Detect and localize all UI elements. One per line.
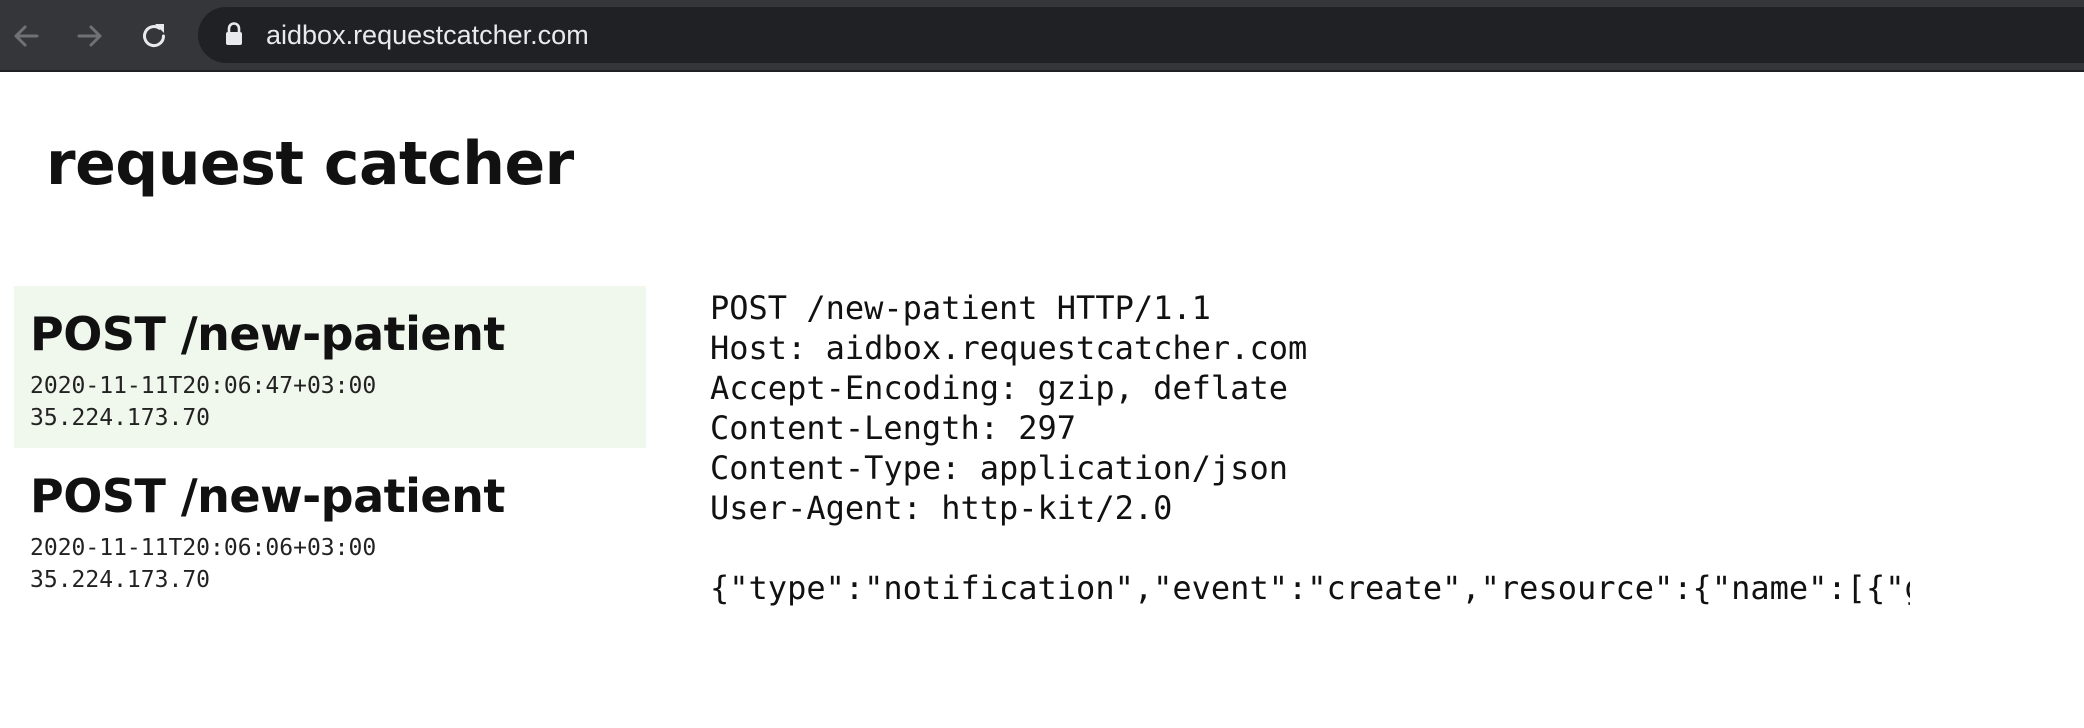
request-list: POST /new-patient 2020-11-11T20:06:47+03… bbox=[14, 286, 646, 610]
forward-button[interactable] bbox=[68, 14, 112, 58]
request-timestamp: 2020-11-11T20:06:47+03:00 bbox=[30, 373, 377, 399]
arrow-right-icon bbox=[77, 25, 102, 47]
header-content-type: Content-Type: application/json bbox=[710, 449, 1288, 487]
request-ip: 35.224.173.70 bbox=[30, 567, 211, 593]
toolbar-divider bbox=[0, 70, 2084, 72]
request-body: {"type":"notification","event":"create",… bbox=[710, 569, 1910, 607]
header-content-length: Content-Length: 297 bbox=[710, 409, 1077, 447]
request-detail: POST /new-patient HTTP/1.1 Host: aidbox.… bbox=[710, 288, 1910, 608]
request-method-path: POST /new-patient bbox=[30, 307, 505, 361]
header-host: Host: aidbox.requestcatcher.com bbox=[710, 329, 1308, 367]
back-button[interactable] bbox=[4, 14, 48, 58]
request-list-item[interactable]: POST /new-patient 2020-11-11T20:06:06+03… bbox=[14, 448, 646, 610]
reload-icon bbox=[143, 24, 166, 48]
request-list-item[interactable]: POST /new-patient 2020-11-11T20:06:47+03… bbox=[14, 286, 646, 448]
url-text[interactable]: aidbox.requestcatcher.com bbox=[266, 15, 589, 55]
header-user-agent: User-Agent: http-kit/2.0 bbox=[710, 489, 1173, 527]
request-method-path: POST /new-patient bbox=[30, 469, 505, 523]
page-title: request catcher bbox=[46, 129, 574, 199]
request-ip: 35.224.173.70 bbox=[30, 405, 211, 431]
request-timestamp: 2020-11-11T20:06:06+03:00 bbox=[30, 535, 377, 561]
request-line: POST /new-patient HTTP/1.1 bbox=[710, 289, 1211, 327]
lock-icon bbox=[226, 22, 242, 45]
header-accept-encoding: Accept-Encoding: gzip, deflate bbox=[710, 369, 1288, 407]
reload-button[interactable] bbox=[132, 14, 176, 58]
arrow-left-icon bbox=[14, 25, 39, 47]
